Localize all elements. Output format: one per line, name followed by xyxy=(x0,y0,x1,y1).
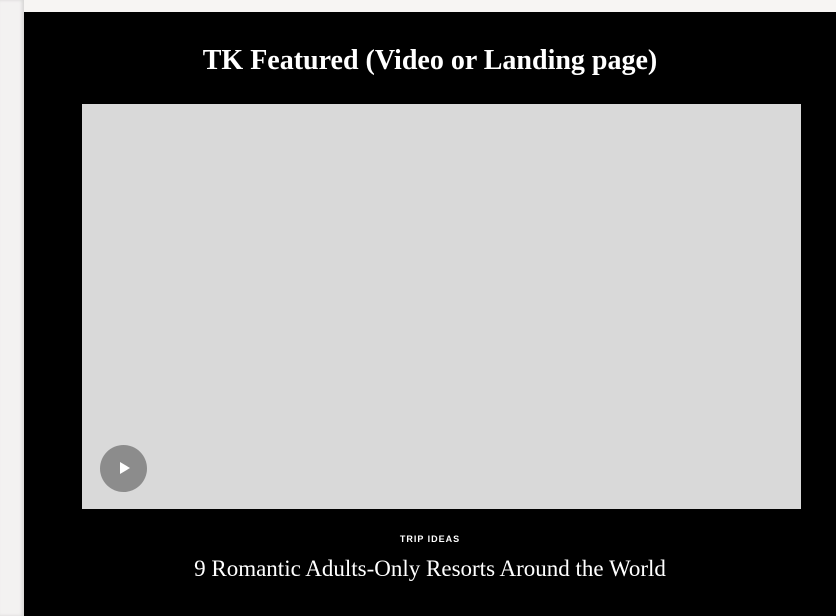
category-label: TRIP IDEAS xyxy=(399,534,461,544)
top-strip xyxy=(24,0,836,12)
section-title: TK Featured (Video or Landing page) xyxy=(202,45,658,76)
play-icon xyxy=(120,462,130,474)
article-headline-link[interactable]: 9 Romantic Adults-Only Resorts Around th… xyxy=(24,554,836,584)
left-gutter xyxy=(0,0,24,616)
video-player[interactable] xyxy=(82,104,801,509)
play-button[interactable] xyxy=(100,445,147,492)
page: TK Featured (Video or Landing page) TRIP… xyxy=(0,0,836,616)
featured-section: TK Featured (Video or Landing page) TRIP… xyxy=(24,12,836,616)
